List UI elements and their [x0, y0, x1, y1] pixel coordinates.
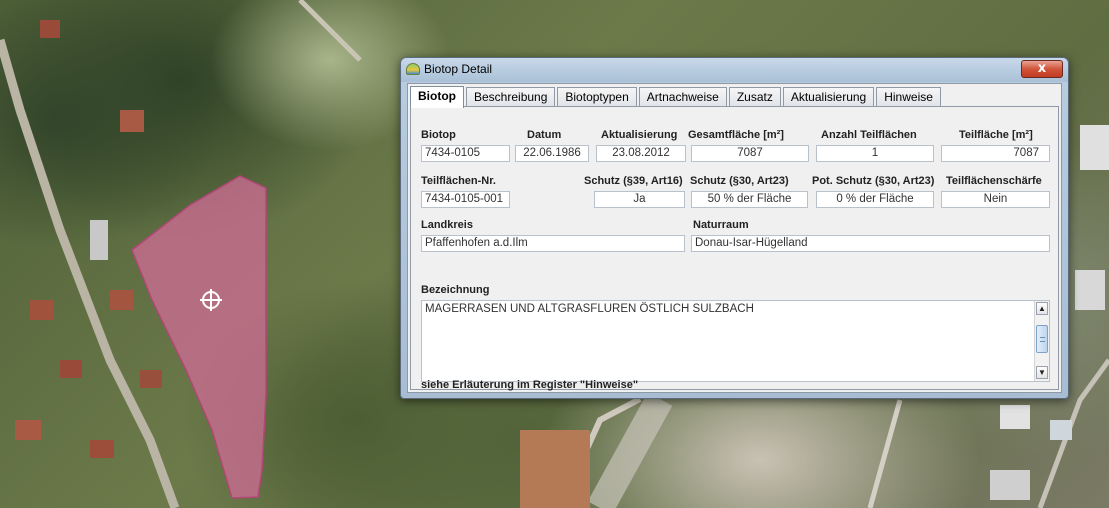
biotop-detail-dialog: Biotop Detail x Biotop Beschreibung Biot… [400, 57, 1069, 399]
map-building [1050, 420, 1072, 440]
schutz-39-label: Schutz (§39, Art16) [584, 175, 683, 187]
gesamtflaeche-field[interactable]: 7087 [691, 145, 809, 162]
tab-biotoptypen[interactable]: Biotoptypen [557, 87, 637, 107]
map-building [110, 290, 134, 310]
map-building [120, 110, 144, 132]
landkreis-label: Landkreis [421, 219, 473, 231]
tab-artnachweise[interactable]: Artnachweise [638, 87, 727, 107]
bezeichnung-label: Bezeichnung [421, 284, 490, 296]
tab-beschreibung[interactable]: Beschreibung [466, 87, 556, 107]
biotop-tab-panel: Biotop 7434-0105 Datum 22.06.1986 Aktual… [410, 106, 1059, 391]
dialog-title: Biotop Detail [424, 62, 493, 76]
tab-bar: Biotop Beschreibung Biotoptypen Artnachw… [410, 86, 943, 108]
pot-schutz-field[interactable]: 0 % der Fläche [816, 191, 934, 208]
tab-zusatz[interactable]: Zusatz [728, 87, 781, 107]
schutz-30-label: Schutz (§30, Art23) [690, 175, 789, 187]
biotop-label: Biotop [421, 129, 456, 141]
teilflaechenschaerfe-field[interactable]: Nein [941, 191, 1050, 208]
datum-label: Datum [527, 129, 562, 141]
scroll-up-icon[interactable]: ▲ [1036, 302, 1048, 315]
scroll-thumb[interactable] [1036, 325, 1048, 353]
crosshair-cursor-icon [200, 289, 222, 311]
map-building [40, 20, 60, 38]
schutz-30-field[interactable]: 50 % der Fläche [691, 191, 808, 208]
schutz-39-field[interactable]: Ja [594, 191, 685, 208]
anzahl-teilflaechen-label: Anzahl Teilflächen [821, 129, 917, 141]
naturraum-field[interactable]: Donau-Isar-Hügelland [691, 235, 1050, 252]
close-button[interactable]: x [1021, 60, 1063, 78]
map-building [60, 360, 82, 378]
teilflaeche-field[interactable]: 7087 [941, 145, 1050, 162]
teilflaechen-nr-field[interactable]: 7434-0105-001 [421, 191, 510, 208]
map-building [90, 220, 108, 260]
teilflaechen-nr-label: Teilflächen-Nr. [421, 175, 496, 187]
map-building [520, 430, 590, 508]
gesamtflaeche-label: Gesamtfläche [m²] [688, 129, 784, 141]
hint-text: siehe Erläuterung im Register "Hinweise" [421, 379, 639, 391]
aktualisierung-label: Aktualisierung [601, 129, 678, 141]
dialog-client-area: Biotop Beschreibung Biotoptypen Artnachw… [407, 83, 1062, 393]
map-road [867, 399, 903, 508]
landkreis-field[interactable]: Pfaffenhofen a.d.Ilm [421, 235, 685, 252]
map-building [30, 300, 54, 320]
bezeichnung-text: MAGERRASEN UND ALTGRASFLUREN ÖSTLICH SUL… [425, 303, 754, 315]
aktualisierung-field[interactable]: 23.08.2012 [596, 145, 686, 162]
datum-field[interactable]: 22.06.1986 [515, 145, 589, 162]
tab-aktualisierung[interactable]: Aktualisierung [782, 87, 875, 107]
map-building [1000, 405, 1030, 429]
app-icon [406, 63, 420, 75]
scroll-down-icon[interactable]: ▼ [1036, 366, 1048, 379]
map-road [298, 0, 362, 62]
bezeichnung-scrollbar[interactable]: ▲ ▼ [1034, 301, 1049, 381]
teilflaeche-label: Teilfläche [m²] [959, 129, 1033, 141]
map-building [90, 440, 114, 458]
naturraum-label: Naturraum [693, 219, 749, 231]
map-building [990, 470, 1030, 500]
map-building [1080, 125, 1109, 170]
map-building [15, 420, 41, 440]
tab-biotop[interactable]: Biotop [410, 86, 464, 108]
teilflaechenschaerfe-label: Teilflächenschärfe [946, 175, 1042, 187]
bezeichnung-textarea[interactable]: MAGERRASEN UND ALTGRASFLUREN ÖSTLICH SUL… [421, 300, 1050, 382]
pot-schutz-label: Pot. Schutz (§30, Art23) [812, 175, 935, 187]
tab-hinweise[interactable]: Hinweise [876, 87, 941, 107]
map-building [1075, 270, 1105, 310]
anzahl-teilflaechen-field[interactable]: 1 [816, 145, 934, 162]
grip-icon [1040, 337, 1045, 342]
map-building [140, 370, 162, 388]
dialog-titlebar[interactable]: Biotop Detail x [401, 58, 1068, 82]
biotop-field[interactable]: 7434-0105 [421, 145, 510, 162]
